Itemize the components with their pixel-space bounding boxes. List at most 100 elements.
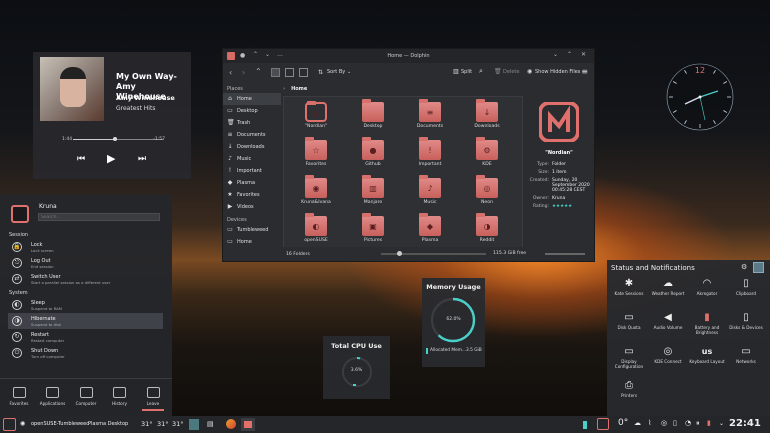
folder-item[interactable]: ▥ Manjaro	[345, 175, 401, 213]
launcher-lock-item[interactable]: 🔒 Lock Lock screen	[8, 239, 163, 255]
breadcrumb-home[interactable]: Home	[291, 86, 307, 92]
desktop-name[interactable]: Plasma Desktop	[88, 421, 128, 427]
next-icon[interactable]: ⏭	[138, 154, 146, 164]
configure-icon[interactable]: ⚙	[741, 263, 747, 271]
places-item-documents[interactable]: ≡ Documents	[223, 129, 281, 141]
launcher-tab-computer[interactable]: Computer	[69, 387, 103, 406]
weather-temp[interactable]: 0°	[618, 418, 628, 428]
launcher-sleep-item[interactable]: ◐ Sleep Suspend to RAM	[8, 297, 163, 313]
previous-icon[interactable]: ⏮	[77, 154, 85, 164]
zoom-slider-handle[interactable]	[397, 251, 402, 256]
places-item-favorites[interactable]: ★ Favorites	[223, 189, 281, 201]
folder-item[interactable]: ◐ openSUSE	[288, 213, 344, 251]
back-icon[interactable]: ‹	[229, 68, 232, 77]
minimize-icon[interactable]: ⌄	[553, 51, 558, 58]
places-item-important[interactable]: ! Important	[223, 165, 281, 177]
task-manager-icon[interactable]: ▤	[207, 420, 214, 428]
weather-icon[interactable]: ☁	[634, 419, 641, 427]
sort-by-button[interactable]: Sort By	[327, 69, 345, 75]
folder-item[interactable]: ● Github	[345, 137, 401, 175]
sort-chevron-icon[interactable]: ⌄	[347, 69, 351, 75]
keep-above-icon[interactable]: ⌃	[253, 51, 258, 58]
nordian-tray-icon[interactable]	[597, 418, 609, 430]
places-item-home[interactable]: ⌂ Home	[223, 93, 281, 105]
folder-item[interactable]: ☆ Favorites	[288, 137, 344, 175]
battery-icon[interactable]: ▮	[707, 419, 711, 427]
folder-item[interactable]: N "Nordian"	[288, 99, 344, 137]
status-item[interactable]: us Keyboard Layout	[688, 345, 726, 364]
delete-button[interactable]: Delete	[503, 69, 519, 75]
kde-connect-icon[interactable]: ◎	[661, 419, 667, 427]
status-item[interactable]: ◎ KDE Connect	[649, 345, 687, 364]
folder-item[interactable]: ◑ Reddit	[459, 213, 515, 251]
compact-view-icon[interactable]	[285, 68, 294, 77]
show-hidden-files-button[interactable]: Show Hidden Files	[535, 69, 580, 75]
status-item[interactable]: ▭ Networks	[727, 345, 765, 364]
launcher-restart-item[interactable]: ↻ Restart Restart computer	[8, 329, 163, 345]
folder-item[interactable]: ◆ Plasma	[402, 213, 458, 251]
folder-item[interactable]: ♪ Music	[402, 175, 458, 213]
close-icon[interactable]: ✕	[581, 51, 586, 58]
places-item-plasma[interactable]: ◆ Plasma	[223, 177, 281, 189]
folder-item[interactable]: ≡ Documents	[402, 99, 458, 137]
clipboard-tray-icon[interactable]: ▯	[673, 419, 677, 427]
launcher-tab-favorites[interactable]: Favorites	[2, 387, 36, 406]
keep-below-icon[interactable]: ⌄	[265, 51, 270, 58]
folder-item[interactable]: ↓ Downloads	[459, 99, 515, 137]
dolphin-task[interactable]	[241, 418, 255, 431]
status-item[interactable]: ◀ Audio Volume	[649, 311, 687, 330]
launcher-switch-user-item[interactable]: ⇄ Switch User Start a parallel session as …	[8, 271, 163, 287]
info-value[interactable]: ★★★★★	[552, 204, 594, 209]
launcher-hibernate-item[interactable]: ◑ Hibernate Suspend to disk	[8, 313, 163, 329]
user-avatar[interactable]	[11, 205, 29, 223]
launcher-shut-down-item[interactable]: ⏻ Shut Down Turn off computer	[8, 345, 163, 361]
folder-item[interactable]: ⚙ KDE	[459, 137, 515, 175]
application-menu-icon[interactable]	[3, 418, 16, 431]
split-button[interactable]: Split	[461, 69, 472, 75]
folder-item[interactable]: ▣ Pictures	[345, 213, 401, 251]
places-item-downloads[interactable]: ↓ Downloads	[223, 141, 281, 153]
seek-bar[interactable]	[73, 139, 163, 140]
status-item[interactable]: ⎙ Printers	[610, 379, 648, 398]
status-item[interactable]: ☁ Weather Report	[649, 277, 687, 296]
folder-item[interactable]: Desktop	[345, 99, 401, 137]
forward-icon[interactable]: ›	[242, 68, 245, 77]
status-item[interactable]: ▮ Battery and Brightness	[688, 311, 726, 335]
activity-name[interactable]: openSUSE-Tumbleweed	[31, 421, 89, 427]
folder-item[interactable]: ◉ Kruna&Ivana	[288, 175, 344, 213]
more-icon[interactable]: …	[277, 51, 283, 58]
device-item-tumbleweed[interactable]: ▭ Tumbleweed	[223, 224, 281, 236]
firefox-icon[interactable]	[226, 419, 236, 429]
tray-expand-icon[interactable]: ⌄	[719, 420, 724, 427]
status-item[interactable]: ▭ Disk Quota	[610, 311, 648, 330]
details-view-icon[interactable]	[299, 68, 308, 77]
status-item[interactable]: ✱ Kate Sessions	[610, 277, 648, 296]
icons-view-icon[interactable]	[271, 68, 280, 77]
digital-clock[interactable]: 22:41	[729, 418, 761, 429]
places-item-music[interactable]: ♪ Music	[223, 153, 281, 165]
places-item-videos[interactable]: ▶ Videos	[223, 201, 281, 213]
status-item[interactable]: ▭ Display Configuration	[610, 345, 648, 369]
launcher-tab-history[interactable]: History	[103, 387, 137, 406]
network-icon[interactable]: ⌇	[648, 419, 651, 427]
launcher-log-out-item[interactable]: ⎋ Log Out End session	[8, 255, 163, 271]
maximize-icon[interactable]: ⌃	[567, 51, 572, 58]
play-icon[interactable]: ▶	[107, 152, 115, 165]
zoom-slider[interactable]	[381, 251, 486, 256]
status-item[interactable]: ◠ Akregator	[688, 277, 726, 296]
menu-icon[interactable]: ≡	[581, 67, 588, 76]
folder-item[interactable]: ! Important	[402, 137, 458, 175]
places-item-desktop[interactable]: ▭ Desktop	[223, 105, 281, 117]
pin-icon[interactable]: ●	[240, 52, 245, 59]
places-item-trash[interactable]: 🗑 Trash	[223, 117, 281, 129]
notifications-icon[interactable]: ◔	[685, 419, 691, 427]
folder-item[interactable]: ◎ Neon	[459, 175, 515, 213]
pager-desktop-1[interactable]	[189, 419, 199, 430]
breadcrumb[interactable]: › Home	[283, 84, 307, 94]
up-icon[interactable]: ⌃	[255, 67, 262, 76]
launcher-search-input[interactable]	[38, 213, 160, 221]
seek-handle[interactable]	[113, 137, 118, 141]
launcher-tab-leave[interactable]: Leave	[136, 387, 170, 411]
media-tray-icon[interactable]: ⏸	[696, 419, 700, 428]
search-icon[interactable]: ⌕	[479, 67, 483, 76]
